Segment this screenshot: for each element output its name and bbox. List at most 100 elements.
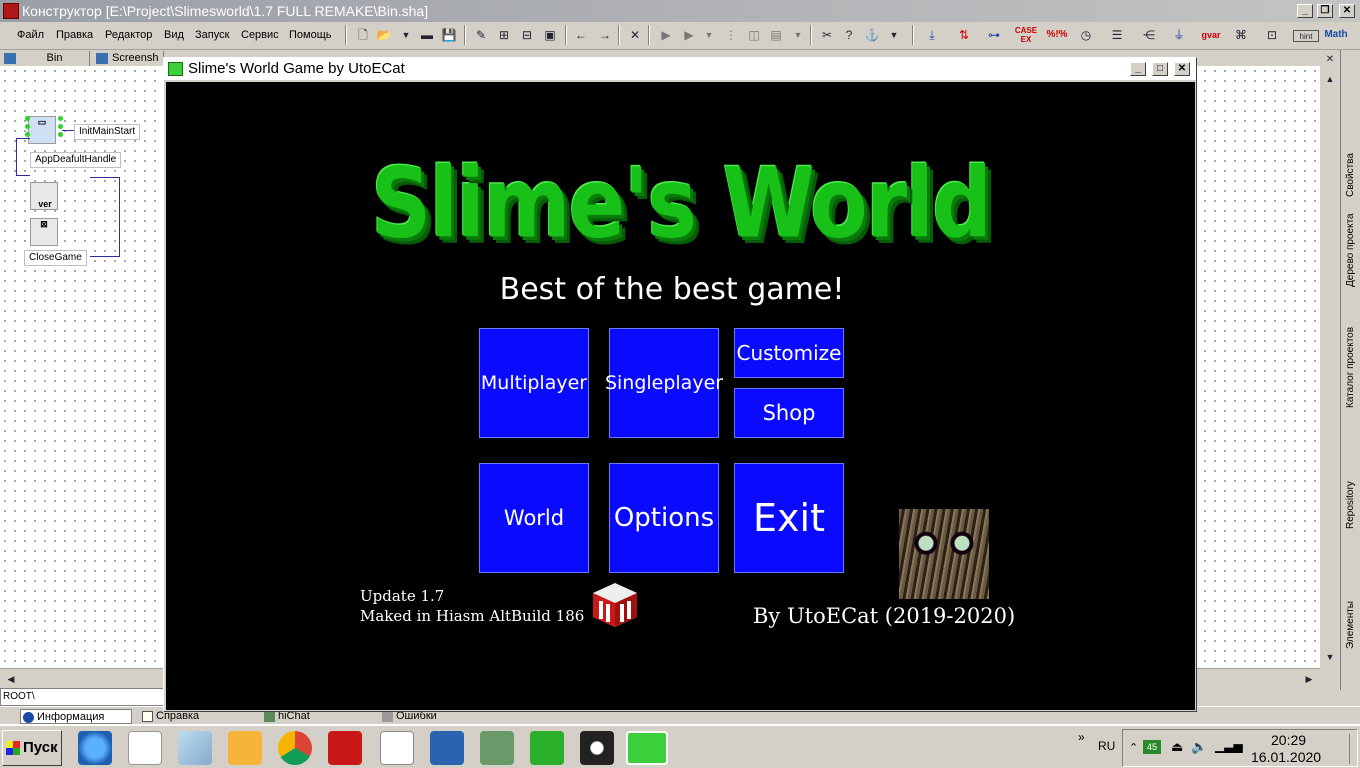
docx-file-icon[interactable]: [380, 731, 414, 765]
arrow-left-icon[interactable]: ←: [572, 26, 590, 44]
close-button[interactable]: ✕: [1339, 4, 1355, 18]
menu-help[interactable]: Помощь: [289, 29, 332, 41]
case-ex-icon[interactable]: CASE EX: [1012, 26, 1040, 44]
tree-icon[interactable]: ⌘: [1232, 26, 1250, 44]
customize-button[interactable]: Customize: [734, 328, 844, 378]
menu-file[interactable]: Файл: [17, 29, 44, 41]
version-component-icon[interactable]: ver: [30, 182, 58, 210]
signal-icon[interactable]: ▁▃▅: [1215, 739, 1243, 753]
scroll-up-icon[interactable]: ▲: [1321, 70, 1339, 88]
delete-icon[interactable]: ✕: [626, 26, 644, 44]
singleplayer-button[interactable]: Singleplayer: [605, 328, 723, 438]
build-icon[interactable]: ▤: [767, 26, 785, 44]
menu-edit[interactable]: Правка: [56, 29, 93, 41]
canvas-vertical-scrollbar[interactable]: ✕ ▲ ▼: [1320, 50, 1340, 668]
open-folder-icon[interactable]: 📂: [375, 26, 393, 44]
align-icon[interactable]: ⊞: [495, 26, 513, 44]
list-icon[interactable]: ☰: [1108, 26, 1126, 44]
network-icon[interactable]: ⊡: [1263, 26, 1281, 44]
hint-icon[interactable]: hint: [1293, 30, 1319, 42]
run-icon[interactable]: ▶: [657, 26, 675, 44]
element-initmainstart[interactable]: InitMainStart: [74, 124, 141, 140]
start-button[interactable]: Пуск: [2, 730, 62, 766]
gvar-icon[interactable]: gvar: [1199, 26, 1223, 44]
tray-badge[interactable]: 45: [1143, 740, 1161, 754]
volume-icon[interactable]: 🔈: [1191, 739, 1207, 755]
panel-close-icon[interactable]: ✕: [1321, 51, 1339, 69]
obs-icon[interactable]: [580, 731, 614, 765]
menu-run[interactable]: Запуск: [195, 29, 229, 41]
save-icon[interactable]: 💾: [440, 26, 458, 44]
show-hidden-icons-icon[interactable]: »: [1078, 730, 1085, 744]
memory-icon[interactable]: [530, 731, 564, 765]
scroll-right-icon[interactable]: ▶: [1300, 670, 1318, 688]
internet-explorer-icon[interactable]: [78, 731, 112, 765]
tab-info[interactable]: Информация: [20, 709, 132, 724]
game-minimize-button[interactable]: _: [1130, 62, 1146, 76]
math-icon[interactable]: Math: [1322, 26, 1350, 44]
branch-icon[interactable]: ⋲: [1140, 26, 1158, 44]
tab-screenshot[interactable]: Screensh: [94, 51, 164, 66]
anchor-dropdown-icon[interactable]: ▼: [885, 26, 903, 44]
options-button[interactable]: Options: [609, 463, 719, 573]
element-closegame[interactable]: CloseGame: [24, 250, 87, 266]
chevron-down-icon[interactable]: ▼: [397, 26, 415, 44]
counter-icon[interactable]: ⇅: [955, 26, 973, 44]
close-component-icon[interactable]: ⊠: [30, 218, 58, 246]
run-debug-icon[interactable]: ▶: [680, 26, 698, 44]
clock-date[interactable]: 16.01.2020: [1251, 749, 1321, 765]
tray-expand-icon[interactable]: ⌃: [1129, 741, 1138, 754]
notepad-icon[interactable]: [128, 731, 162, 765]
explorer-icon[interactable]: [178, 731, 212, 765]
compile-icon[interactable]: ◫: [745, 26, 763, 44]
usb-icon[interactable]: ⏏: [1171, 739, 1183, 755]
hub-icon[interactable]: ⊶: [985, 26, 1003, 44]
clock-icon[interactable]: ◷: [1077, 26, 1095, 44]
tools-icon[interactable]: ✂: [818, 26, 836, 44]
menu-editor[interactable]: Редактор: [105, 29, 152, 41]
clock-time[interactable]: 20:29: [1271, 732, 1306, 748]
edit-icon[interactable]: ✎: [472, 26, 490, 44]
download-icon[interactable]: ⤓: [923, 26, 941, 44]
network-tool-icon[interactable]: [430, 731, 464, 765]
run-dropdown-icon[interactable]: ▼: [700, 26, 718, 44]
shop-button[interactable]: Shop: [734, 388, 844, 438]
scroll-left-icon[interactable]: ◀: [2, 670, 20, 688]
arrow-right-icon[interactable]: →: [596, 26, 614, 44]
save-all-icon[interactable]: ▬: [418, 26, 436, 44]
help-icon[interactable]: ?: [840, 26, 858, 44]
element-appdeafulthandle[interactable]: AppDeafultHandle: [30, 152, 122, 168]
menu-service[interactable]: Сервис: [241, 29, 279, 41]
tab-bin[interactable]: Bin: [2, 51, 90, 66]
media-player-icon[interactable]: [228, 731, 262, 765]
distribute-icon[interactable]: ⊟: [518, 26, 536, 44]
system-icon[interactable]: [480, 731, 514, 765]
language-indicator[interactable]: RU: [1098, 739, 1115, 753]
multiplayer-button[interactable]: Multiplayer: [479, 328, 589, 438]
tab-repository[interactable]: Repository: [1343, 465, 1359, 545]
mainform-component-icon[interactable]: ▭: [28, 116, 56, 144]
game-close-button[interactable]: ✕: [1174, 62, 1190, 76]
chrome-icon[interactable]: [278, 731, 312, 765]
tab-project-tree[interactable]: Дерево проекта: [1343, 200, 1359, 300]
exit-button[interactable]: Exit: [734, 463, 844, 573]
maximize-button[interactable]: ❐: [1317, 4, 1333, 18]
tab-project-catalog[interactable]: Каталог проектов: [1343, 312, 1359, 422]
show-desktop-button[interactable]: [1349, 734, 1357, 764]
game-maximize-button[interactable]: □: [1152, 62, 1168, 76]
slime-game-taskbar-icon[interactable]: [626, 731, 668, 765]
build-dropdown-icon[interactable]: ▼: [789, 26, 807, 44]
ground-icon[interactable]: ⏚: [1170, 26, 1188, 44]
minimize-button[interactable]: _: [1297, 4, 1313, 18]
resize-icon[interactable]: ▣: [541, 26, 559, 44]
world-button[interactable]: World: [479, 463, 589, 573]
tab-elements[interactable]: Элементы: [1343, 585, 1359, 665]
game-screen: Slime's World Best of the best game! Mul…: [166, 82, 1195, 710]
anchor-icon[interactable]: ⚓: [863, 26, 881, 44]
hiasm-taskbar-icon[interactable]: [328, 731, 362, 765]
new-file-icon[interactable]: 🗋: [354, 26, 372, 44]
menu-view[interactable]: Вид: [164, 29, 184, 41]
format-string-icon[interactable]: %!%: [1045, 26, 1069, 44]
step-icon[interactable]: ⋮: [722, 26, 740, 44]
scroll-down-icon[interactable]: ▼: [1321, 648, 1339, 666]
